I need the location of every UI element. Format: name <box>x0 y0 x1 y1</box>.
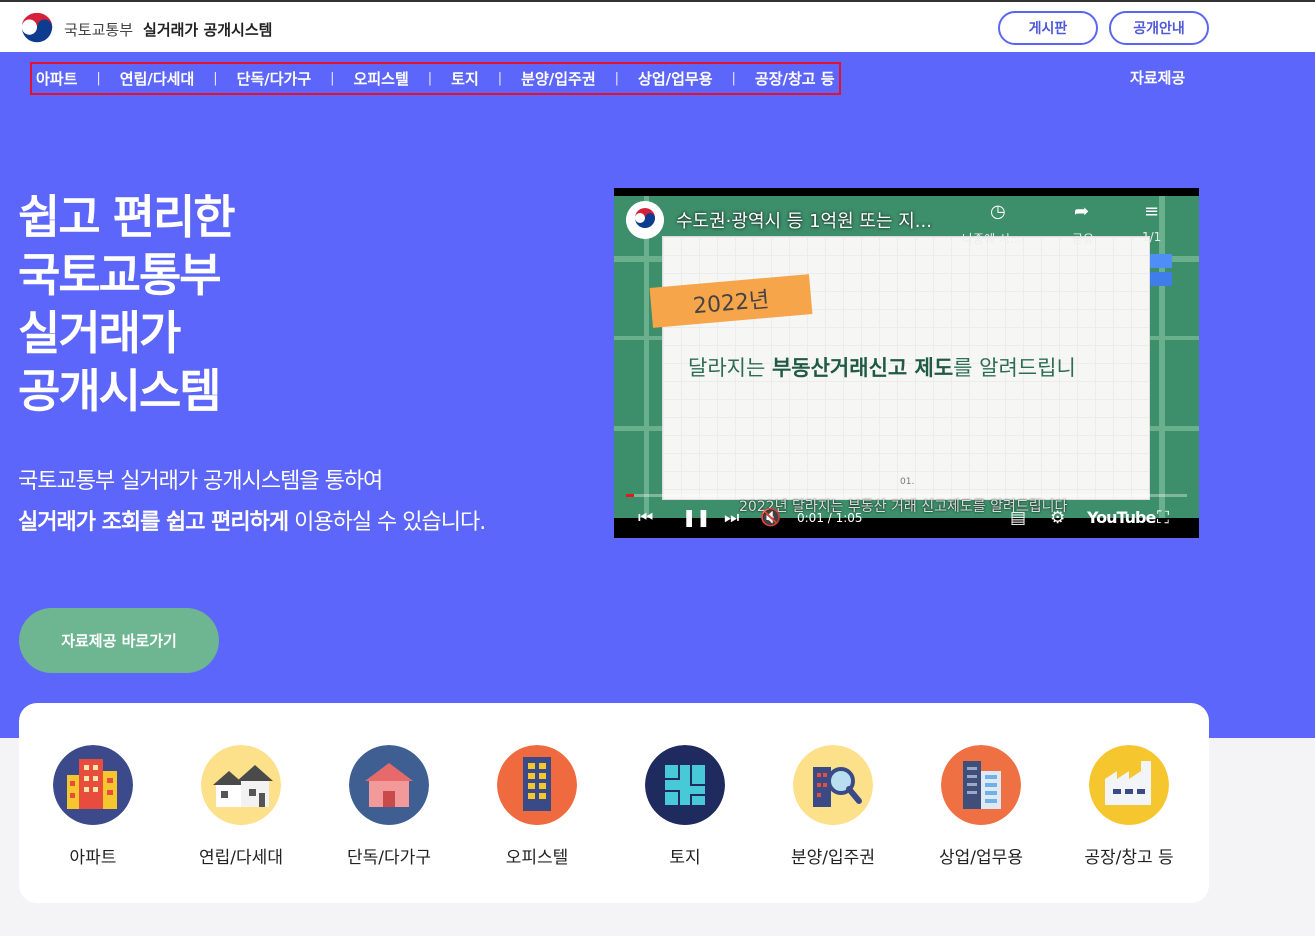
nav-item-presale[interactable]: 분양/입주권 <box>521 68 595 89</box>
org-name: 국토교통부 <box>64 20 134 39</box>
commercial-icon <box>941 745 1021 825</box>
nav-item-commercial[interactable]: 상업/업무용 <box>638 68 712 89</box>
category-label: 아파트 <box>69 848 117 868</box>
row-house-icon <box>201 745 281 825</box>
video-time: 0:01 / 1:05 <box>797 511 863 525</box>
video-frame: 2022년 달라지는 부동산거래신고 제도를 알려드립니 01. <box>614 196 1199 518</box>
category-land[interactable]: 토지 <box>611 745 759 868</box>
video-title[interactable]: 수도권·광역시 등 1억원 또는 지... <box>676 207 932 233</box>
hero-title-line: 실거래가 <box>18 306 181 360</box>
nav-divider: | <box>614 71 620 86</box>
next-icon[interactable]: ⏭ <box>724 508 739 528</box>
category-label: 단독/다가구 <box>347 848 431 868</box>
share-label: 공유 <box>1072 232 1095 246</box>
pause-icon[interactable]: ❚❚ <box>682 508 711 528</box>
hero-title: 쉽고 편리한 국토교통부 실거래가 공개시스템 <box>18 188 578 420</box>
category-label: 상업/업무용 <box>939 848 1023 868</box>
nav-divider: | <box>427 71 433 86</box>
data-provision-cta-button[interactable]: 자료제공 바로가기 <box>19 608 219 673</box>
site-logo[interactable]: 국토교통부 실거래가 공개시스템 <box>18 10 272 48</box>
share-icon[interactable]: ➦ <box>1074 201 1089 222</box>
youtube-logo[interactable]: YouTube <box>1087 508 1156 527</box>
video-progress-fill <box>626 494 635 497</box>
nav-item-detached-house[interactable]: 단독/다가구 <box>237 68 311 89</box>
hero-description-bold: 실거래가 조회를 쉽고 편리하게 <box>18 510 289 535</box>
nav-divider: | <box>497 71 503 86</box>
nav-divider: | <box>731 71 736 86</box>
category-label: 공장/창고 등 <box>1084 848 1174 868</box>
playlist-icon[interactable]: ≡ <box>1144 201 1159 222</box>
category-presale[interactable]: 분양/입주권 <box>759 745 907 868</box>
fullscreen-icon[interactable]: ⛶ <box>1157 508 1169 528</box>
nav-item-row-house[interactable]: 연립/다세대 <box>120 68 194 89</box>
government-emblem-icon <box>18 10 56 48</box>
category-label: 토지 <box>669 848 701 868</box>
detached-house-icon <box>349 745 429 825</box>
previous-icon[interactable]: ⏮ <box>638 508 653 528</box>
video-slide: 2022년 달라지는 부동산거래신고 제도를 알려드립니 01. <box>649 236 1150 500</box>
category-factory[interactable]: 공장/창고 등 <box>1055 745 1203 868</box>
video-player[interactable]: 2022년 달라지는 부동산거래신고 제도를 알려드립니 01. 수도권·광역시… <box>614 188 1199 538</box>
hero-title-line: 국토교통부 <box>18 248 222 302</box>
hero-description-rest: 이용하실 수 있습니다. <box>288 510 486 535</box>
nav-item-land[interactable]: 토지 <box>451 68 479 89</box>
nav-divider: | <box>96 71 101 86</box>
nav-item-data-provision[interactable]: 자료제공 <box>1130 67 1185 88</box>
factory-icon <box>1089 745 1169 825</box>
nav-item-factory[interactable]: 공장/창고 등 <box>755 68 835 89</box>
nav-divider: | <box>213 71 218 86</box>
settings-gear-icon[interactable]: ⚙ <box>1050 508 1065 528</box>
hero-description-emphasis: 실거래가 조회를 쉽고 편리하게 이용하실 수 있습니다. <box>18 504 486 536</box>
channel-avatar-icon[interactable] <box>626 201 664 239</box>
category-officetel[interactable]: 오피스텔 <box>463 745 611 868</box>
guide-button[interactable]: 공개안내 <box>1109 11 1209 45</box>
category-commercial[interactable]: 상업/업무용 <box>907 745 1055 868</box>
video-slide-number: 01. <box>900 477 915 487</box>
subtitles-icon[interactable]: ▤ <box>1010 508 1026 528</box>
officetel-icon <box>497 745 577 825</box>
nav-item-officetel[interactable]: 오피스텔 <box>354 68 409 89</box>
video-headline-pre: 달라지는 <box>688 356 772 380</box>
presale-icon <box>793 745 873 825</box>
playlist-counter: 1/1 <box>1142 230 1162 244</box>
hero-description: 국토교통부 실거래가 공개시스템을 통하여 <box>18 469 383 494</box>
system-name: 실거래가 공개시스템 <box>143 20 273 39</box>
board-button[interactable]: 게시판 <box>998 11 1098 45</box>
video-year-tag: 2022년 <box>649 274 813 328</box>
category-label: 오피스텔 <box>505 848 569 868</box>
mute-icon[interactable]: 🔇 <box>760 508 781 528</box>
video-headline-bold: 부동산거래신고 제도 <box>771 356 954 380</box>
nav-item-apartment[interactable]: 아파트 <box>36 68 77 89</box>
category-label: 분양/입주권 <box>791 848 875 868</box>
watch-later-label: 나중에 시... <box>962 232 1022 246</box>
apartment-icon <box>53 745 133 825</box>
land-icon <box>645 745 725 825</box>
category-detached-house[interactable]: 단독/다가구 <box>315 745 463 868</box>
hero-title-line: 쉽고 편리한 <box>18 190 236 244</box>
category-label: 연립/다세대 <box>199 848 283 868</box>
nav-divider: | <box>330 71 335 86</box>
category-apartment[interactable]: 아파트 <box>19 745 167 868</box>
video-headline-post: 를 알려드립니 <box>953 356 1076 380</box>
hero-title-line: 공개시스템 <box>18 364 222 418</box>
video-headline: 달라지는 부동산거래신고 제도를 알려드립니 <box>688 352 1076 382</box>
category-row-house[interactable]: 연립/다세대 <box>167 745 315 868</box>
category-panel: 아파트 연립/다세대 단독/다가구 오피스텔 토지 분양/입주권 상업/업무용 … <box>19 703 1209 903</box>
top-header: 국토교통부 실거래가 공개시스템 게시판 공개안내 <box>0 0 1315 52</box>
watch-later-icon[interactable]: ◷ <box>990 201 1006 222</box>
main-nav: 아파트 | 연립/다세대 | 단독/다가구 | 오피스텔 | 토지 | 분양/입… <box>30 62 841 95</box>
video-progress-bar[interactable] <box>626 494 1187 497</box>
